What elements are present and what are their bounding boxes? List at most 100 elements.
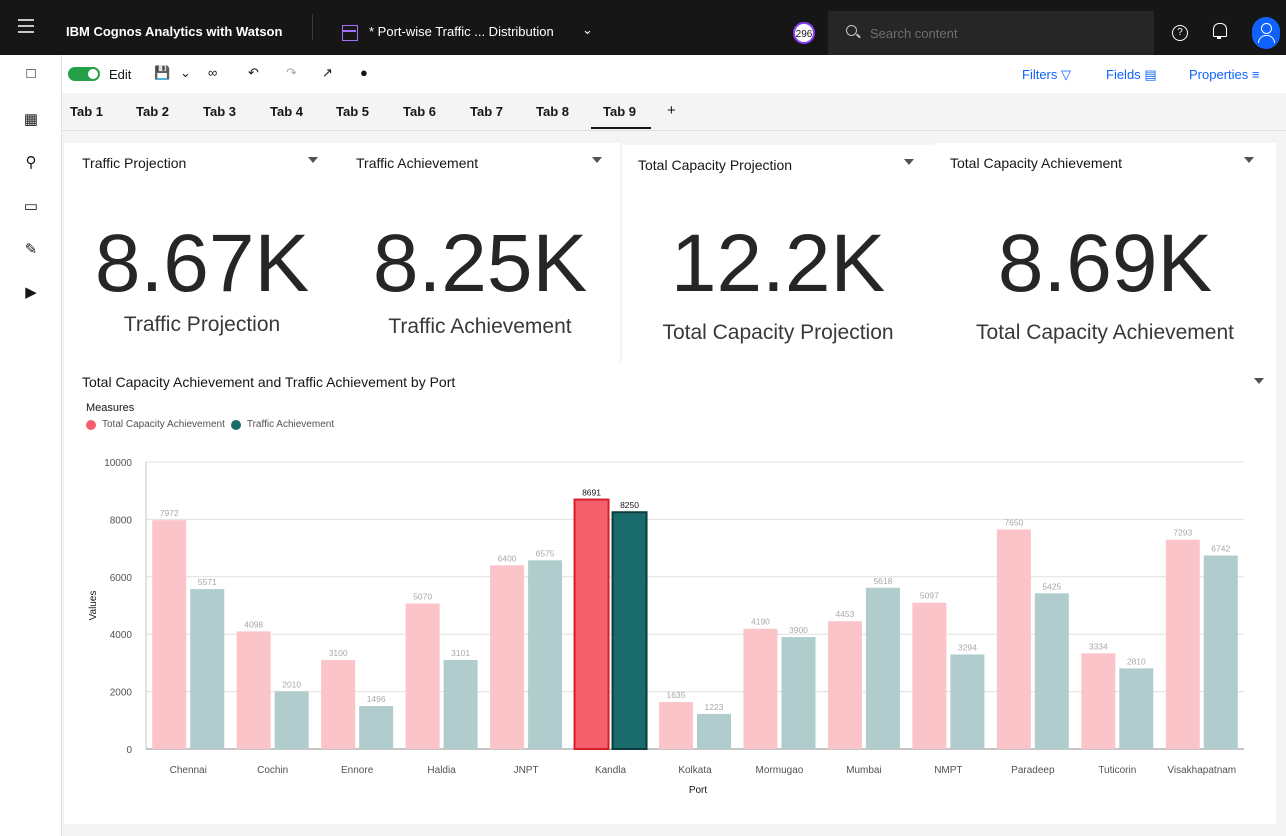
fields-button[interactable]: Fields ▤ [1106, 67, 1157, 83]
bar [1203, 555, 1238, 749]
data-label: 1223 [705, 702, 724, 712]
tab-4[interactable]: Tab 4 [270, 104, 303, 119]
data-label: 4098 [244, 619, 263, 629]
kpi-value: 8.25K [372, 218, 588, 309]
bar [611, 511, 648, 750]
data-tree-icon[interactable]: ▦ [22, 111, 40, 129]
filters-button[interactable]: Filters ▽ [1022, 67, 1071, 83]
tab-8[interactable]: Tab 8 [536, 104, 569, 119]
fields-label: Fields [1106, 67, 1141, 82]
user-avatar[interactable] [1252, 17, 1280, 49]
divider [312, 14, 313, 40]
save-dropdown-icon[interactable]: ⌄ [180, 65, 191, 81]
data-label: 8250 [620, 500, 639, 510]
chevron-down-icon[interactable]: ⌄ [582, 22, 593, 38]
tab-5[interactable]: Tab 5 [336, 104, 369, 119]
x-tick-label: NMPT [934, 765, 962, 776]
top-bar: IBM Cognos Analytics with Watson * Port-… [0, 0, 1286, 55]
data-label: 2810 [1127, 656, 1146, 666]
kpi-title: Traffic Projection [82, 155, 187, 171]
x-tick-label: Mormugao [756, 765, 804, 776]
data-label: 3334 [1089, 641, 1108, 651]
bar [912, 602, 947, 749]
pin-icon[interactable]: ⚲ [22, 154, 40, 172]
bar [321, 660, 356, 749]
bar [443, 660, 478, 749]
x-tick-label: Kolkata [678, 765, 712, 776]
y-tick-label: 10000 [104, 458, 132, 469]
filter-icon: ▽ [1061, 67, 1072, 82]
undo-icon[interactable]: ↶ [248, 65, 259, 81]
data-label: 6575 [536, 548, 555, 558]
y-tick-label: 0 [126, 745, 132, 756]
bar [865, 587, 900, 749]
tab-9[interactable]: Tab 9 [591, 104, 651, 129]
data-label: 4190 [751, 617, 770, 627]
menu-icon[interactable] [18, 19, 34, 33]
bar [697, 713, 731, 749]
data-label: 5425 [1042, 581, 1061, 591]
data-label: 3101 [451, 648, 470, 658]
assistant-icon[interactable]: ▶ [22, 284, 40, 302]
edit-label: Edit [109, 67, 132, 82]
x-axis-title: Port [689, 785, 708, 796]
y-tick-label: 2000 [110, 688, 133, 699]
redo-icon[interactable]: ↷ [286, 65, 297, 81]
tab-2[interactable]: Tab 2 [136, 104, 169, 119]
help-icon[interactable]: ? [1172, 25, 1188, 41]
data-label: 5618 [873, 576, 892, 586]
filter-icon[interactable] [1244, 157, 1254, 167]
x-tick-label: Cochin [257, 765, 288, 776]
tab-3[interactable]: Tab 3 [203, 104, 236, 119]
notification-bell-icon[interactable] [1212, 23, 1227, 39]
tab-1[interactable]: Tab 1 [70, 104, 103, 119]
bar [236, 631, 271, 749]
x-tick-label: Mumbai [846, 765, 882, 776]
connect-icon[interactable]: ● [360, 65, 368, 80]
kpi-subtitle: Traffic Projection [123, 313, 281, 336]
x-tick-label: Kandla [595, 765, 627, 776]
comment-icon[interactable]: □ [22, 65, 40, 83]
filter-icon[interactable] [904, 159, 914, 169]
bar [827, 621, 862, 749]
bar [274, 691, 309, 749]
properties-button[interactable]: Properties ≡ [1189, 67, 1259, 82]
visualizations-icon[interactable]: ▭ [22, 198, 40, 216]
left-rail: □ ▦ ⚲ ▭ ✎ ▶ [0, 55, 62, 836]
document-title[interactable]: * Port-wise Traffic ... Distribution [369, 24, 554, 39]
kpi-card-total-capacity-achievement[interactable]: Total Capacity Achievement 8.69K Total C… [934, 143, 1276, 362]
expand-icon[interactable]: ↗ [322, 65, 333, 81]
app-title: IBM Cognos Analytics with Watson [66, 24, 283, 39]
notification-count-badge[interactable]: 296 [793, 22, 815, 44]
kpi-card-traffic-projection[interactable]: Traffic Projection 8.67K Traffic Project… [64, 143, 340, 362]
x-tick-label: JNPT [514, 765, 539, 776]
bar [743, 628, 778, 749]
bar [359, 706, 394, 749]
kpi-card-traffic-achievement[interactable]: Traffic Achievement 8.25K Traffic Achiev… [340, 143, 620, 362]
tab-6[interactable]: Tab 6 [403, 104, 436, 119]
bar [490, 565, 525, 749]
data-label: 7293 [1173, 528, 1192, 538]
bar [1119, 668, 1154, 749]
bar [190, 589, 225, 749]
bar [996, 529, 1031, 749]
chart-card[interactable]: Total Capacity Achievement and Traffic A… [64, 362, 1276, 824]
edit-toggle[interactable] [68, 67, 100, 81]
share-icon[interactable]: ∞ [208, 65, 217, 80]
x-tick-label: Haldia [427, 765, 456, 776]
bar-chart: 0 2000 4000 6000 8000 10000 Values Port 7972 5571… [88, 458, 1244, 796]
bar [152, 520, 187, 749]
kpi-value: 8.69K [997, 218, 1213, 309]
properties-label: Properties [1189, 67, 1249, 82]
bar [659, 702, 693, 749]
kpi-card-total-capacity-projection[interactable]: Total Capacity Projection 12.2K Total Ca… [622, 145, 934, 362]
save-icon[interactable]: 💾 [154, 65, 170, 81]
filter-icon[interactable] [592, 157, 602, 167]
widgets-icon[interactable]: ✎ [22, 241, 40, 259]
data-label: 8691 [582, 488, 601, 498]
filter-icon[interactable] [308, 157, 318, 167]
tab-7[interactable]: Tab 7 [470, 104, 503, 119]
search-input[interactable] [870, 23, 1130, 43]
add-tab-icon[interactable]: + [667, 102, 676, 119]
bar [950, 654, 985, 749]
